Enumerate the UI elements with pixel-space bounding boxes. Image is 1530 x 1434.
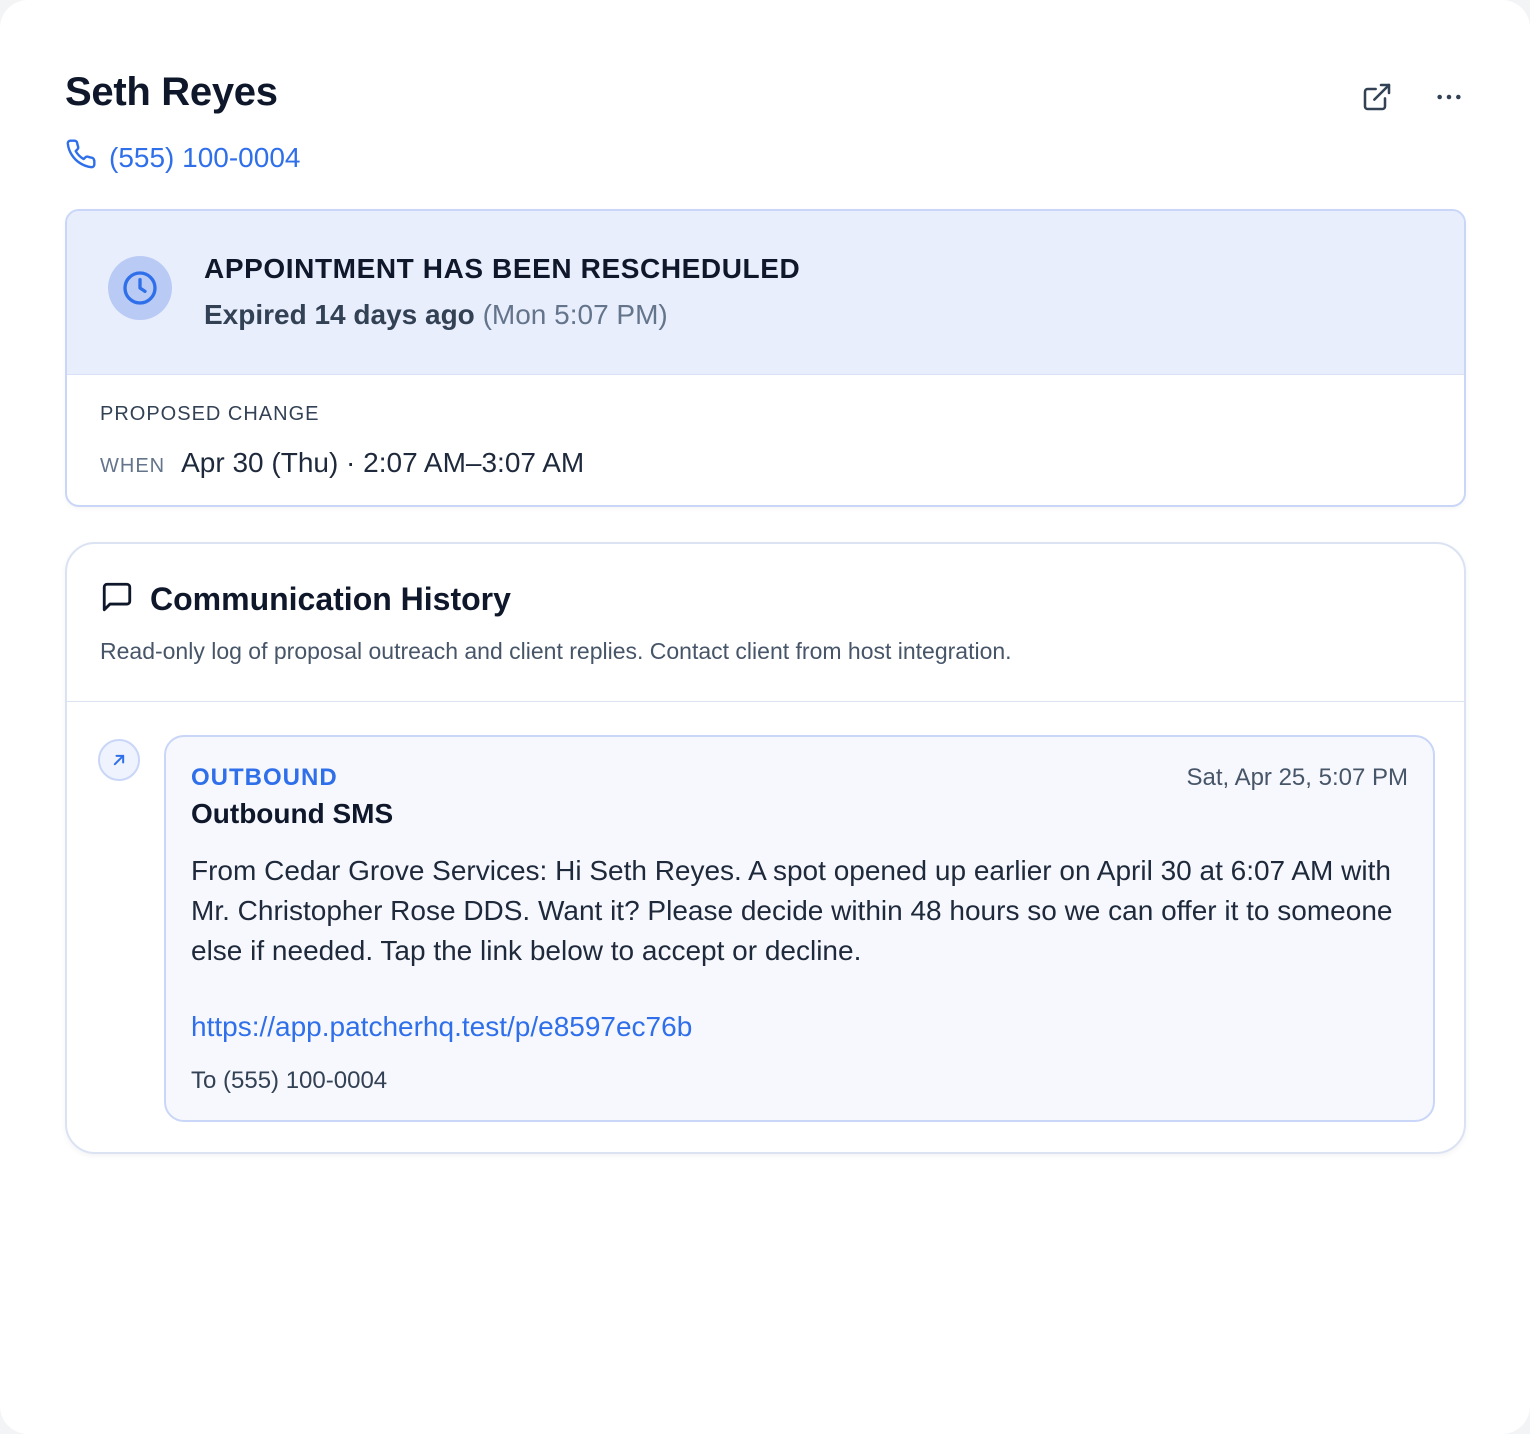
- proposed-when-row: WHEN Apr 30 (Thu) · 2:07 AM–3:07 AM: [100, 447, 584, 479]
- message-link[interactable]: https://app.patcherhq.test/p/e8597ec76b: [191, 1011, 692, 1043]
- header-actions: [1360, 80, 1466, 114]
- history-title: Communication History: [150, 581, 511, 617]
- arrow-up-right-icon: [98, 739, 140, 781]
- proposed-change-label: PROPOSED CHANGE: [100, 403, 320, 425]
- message-recipient: To (555) 100-0004: [191, 1067, 388, 1094]
- status-expired-time: (Mon 5:07 PM): [482, 299, 668, 330]
- status-expired-text: Expired 14 days ago: [204, 299, 475, 330]
- when-value: Apr 30 (Thu) · 2:07 AM–3:07 AM: [181, 447, 585, 478]
- message-timestamp: Sat, Apr 25, 5:07 PM: [1186, 764, 1408, 791]
- message-title: Outbound SMS: [191, 798, 394, 829]
- contact-phone-link[interactable]: (555) 100-0004: [65, 138, 300, 177]
- message-item: OUTBOUND Sat, Apr 25, 5:07 PM Outbound S…: [164, 735, 1435, 1122]
- contact-phone: (555) 100-0004: [109, 141, 301, 173]
- phone-icon: [65, 138, 97, 177]
- status-title: APPOINTMENT HAS BEEN RESCHEDULED: [204, 253, 801, 284]
- status-banner: APPOINTMENT HAS BEEN RESCHEDULED Expired…: [67, 211, 1464, 375]
- message-square-icon: [100, 580, 134, 619]
- external-link-icon[interactable]: [1360, 80, 1394, 114]
- contact-detail-panel: Seth Reyes (555) 100-0004 APPOINTMENT HA…: [0, 0, 1530, 1434]
- communication-history-card: Communication History Read-only log of p…: [65, 542, 1466, 1154]
- more-horizontal-icon[interactable]: [1432, 80, 1466, 114]
- appointment-status-card: APPOINTMENT HAS BEEN RESCHEDULED Expired…: [65, 209, 1466, 507]
- status-expiry: Expired 14 days ago (Mon 5:07 PM): [204, 299, 668, 331]
- history-header: Communication History: [100, 580, 511, 619]
- history-description: Read-only log of proposal outreach and c…: [100, 638, 1012, 664]
- contact-name: Seth Reyes: [65, 70, 278, 114]
- message-direction: OUTBOUND: [191, 764, 338, 791]
- when-label: WHEN: [100, 455, 166, 477]
- divider: [67, 701, 1464, 702]
- message-body: From Cedar Grove Services: Hi Seth Reyes…: [191, 855, 1393, 966]
- clock-icon: [108, 256, 172, 320]
- contact-header: Seth Reyes (555) 100-0004: [65, 68, 1466, 188]
